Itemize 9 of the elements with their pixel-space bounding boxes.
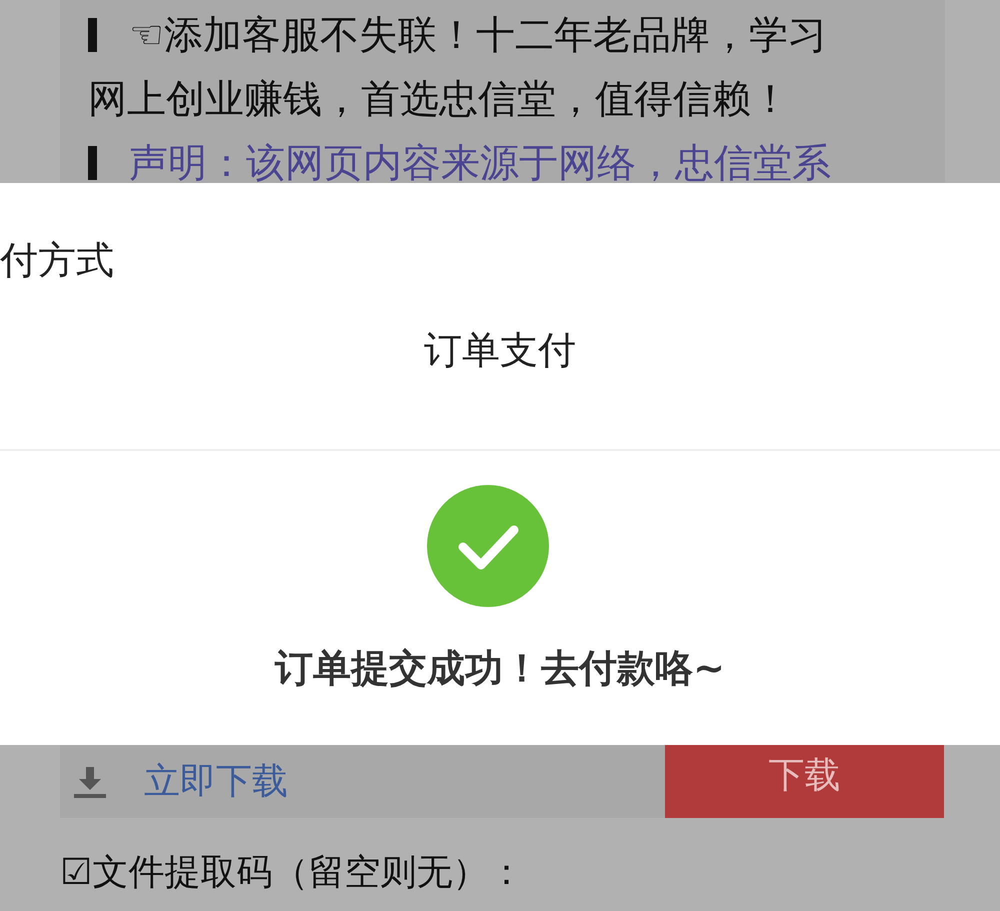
sheet-title: 订单支付 — [424, 326, 576, 374]
notice-text: ☜添加客服不失联！十二年老品牌，学习网上创业赚钱，首选忠信堂，值得信赖！ — [88, 12, 828, 124]
extract-code-label: ☑文件提取码（留空则无）： — [60, 851, 524, 895]
disclaimer-text[interactable]: 声明：该网页内容来源于网络，忠信堂系 — [88, 132, 858, 183]
success-check-icon — [427, 485, 549, 607]
download-icon — [74, 764, 106, 798]
download-button[interactable]: 下载 — [665, 745, 944, 818]
download-link[interactable]: 立即下载 — [144, 757, 288, 806]
success-message: 订单提交成功！去付款咯~ — [275, 645, 725, 692]
